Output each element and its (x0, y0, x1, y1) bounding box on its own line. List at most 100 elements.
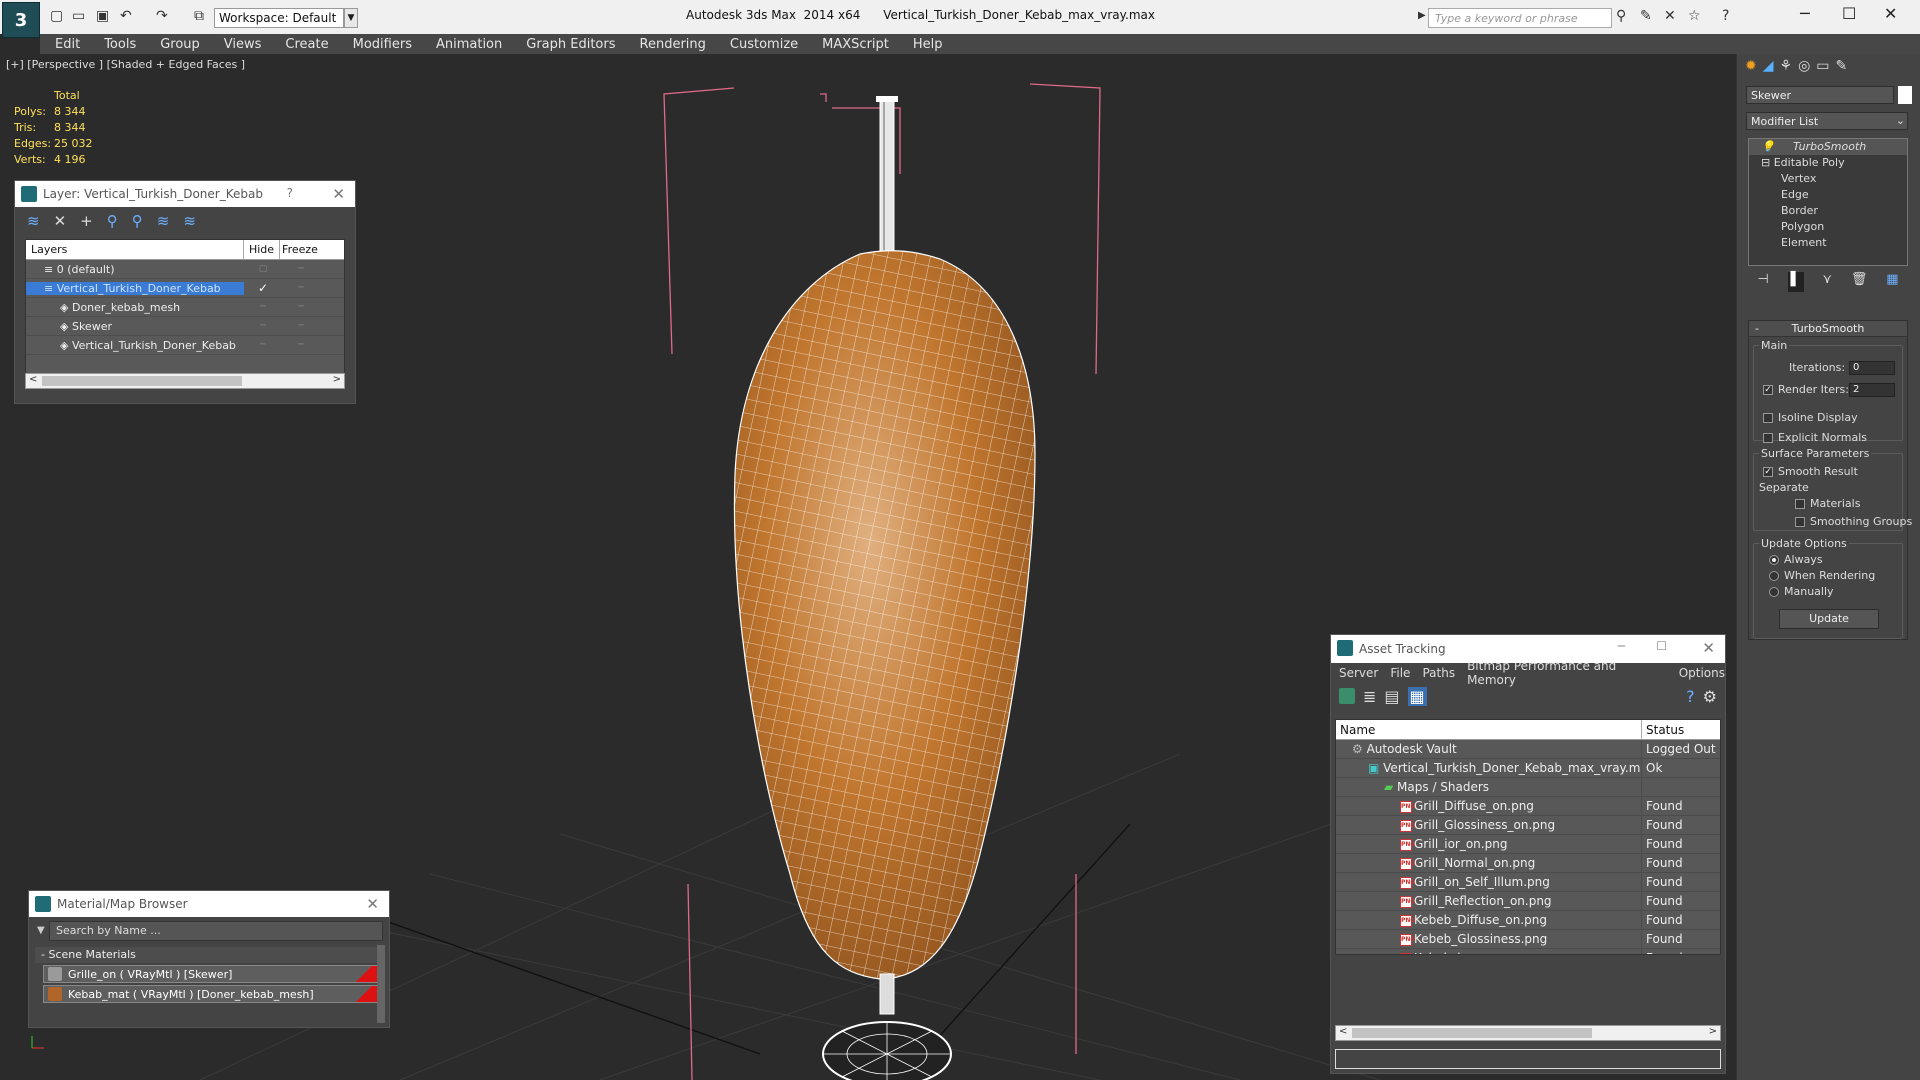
menu-tools[interactable]: Tools (104, 37, 136, 52)
material-item[interactable]: Grille_on ( VRayMtl ) [Skewer] (43, 965, 383, 983)
close-icon[interactable]: ✕ (1702, 639, 1715, 657)
object-color-swatch[interactable] (1898, 86, 1912, 104)
new-file-icon[interactable]: ▢ (50, 8, 63, 24)
open-file-icon[interactable]: ▭ (72, 8, 85, 24)
help-icon[interactable]: ? (1686, 687, 1695, 706)
asset-menu-bitmap[interactable]: Bitmap Performance and Memory (1467, 659, 1667, 687)
menu-maxscript[interactable]: MAXScript (822, 37, 889, 52)
layer-row[interactable]: ◈ Skewer ─ ─ (26, 317, 344, 336)
smoothing-groups-checkbox[interactable] (1795, 517, 1805, 527)
undo-icon[interactable]: ↶ (120, 8, 132, 24)
hide-all-icon[interactable]: ≋ (157, 212, 170, 230)
smooth-result-checkbox[interactable]: ✓ (1763, 467, 1773, 477)
asset-menu-options[interactable]: Options (1679, 666, 1725, 680)
scroll-right-icon[interactable]: > (1709, 1026, 1717, 1037)
rollout-header[interactable]: - TurboSmooth (1749, 321, 1907, 337)
menu-group[interactable]: Group (160, 37, 200, 52)
stack-item-turbosmooth[interactable]: 💡 TurboSmooth (1749, 139, 1907, 155)
stack-subitem-edge[interactable]: Edge (1749, 187, 1907, 203)
workspace-dropdown[interactable]: Workspace: Default (214, 8, 344, 28)
rollout-collapse-icon[interactable]: - (1755, 321, 1759, 337)
active-layer-check-icon[interactable]: ✓ (244, 281, 282, 295)
menu-views[interactable]: Views (224, 37, 262, 52)
manually-radio[interactable] (1769, 587, 1779, 597)
layer-row[interactable]: ◈ Vertical_Turkish_Doner_Kebab ─ ─ (26, 336, 344, 355)
new-layer-icon[interactable]: ≋ (27, 212, 40, 230)
material-browser-titlebar[interactable]: Material/Map Browser ✕ (29, 891, 389, 917)
scroll-left-icon[interactable]: < (1339, 1026, 1347, 1037)
light-bulb-icon[interactable]: 💡 (1761, 139, 1775, 155)
asset-menu-file[interactable]: File (1390, 666, 1410, 680)
stack-subitem-border[interactable]: Border (1749, 203, 1907, 219)
stack-subitem-vertex[interactable]: Vertex (1749, 171, 1907, 187)
col-hide[interactable]: Hide (244, 240, 280, 259)
hide-toggle[interactable]: ─ (244, 321, 282, 331)
menu-graph-editors[interactable]: Graph Editors (526, 37, 615, 52)
communication-icon[interactable]: ✕ (1664, 8, 1676, 24)
col-name[interactable]: Name (1336, 720, 1642, 739)
freeze-all-icon[interactable]: ≋ (183, 212, 196, 230)
col-status[interactable]: Status (1642, 720, 1720, 739)
menu-animation[interactable]: Animation (436, 37, 502, 52)
asset-row[interactable]: PNGKebeb_Glossiness.png Found (1336, 930, 1720, 949)
table-view-icon[interactable]: ▦ (1407, 686, 1427, 706)
layer-panel-titlebar[interactable]: Layer: Vertical_Turkish_Doner_Kebab ? ✕ (15, 181, 355, 207)
scroll-left-icon[interactable]: < (29, 374, 37, 385)
delete-layer-icon[interactable]: ✕ (54, 212, 67, 230)
help-icon[interactable]: ? (1722, 8, 1729, 24)
col-freeze[interactable]: Freeze (280, 240, 320, 259)
binoculars-icon[interactable]: ⚲ (1616, 8, 1626, 24)
search-input[interactable]: Type a keyword or phrase (1428, 8, 1612, 28)
asset-row[interactable]: PNGKebeb_Diffuse_on.png Found (1336, 911, 1720, 930)
render-iters-checkbox[interactable]: ✓ (1763, 385, 1773, 395)
menu-create[interactable]: Create (285, 37, 328, 52)
select-objects-icon[interactable]: ⚲ (107, 212, 118, 230)
stack-item-editable-poly[interactable]: ⊟ Editable Poly (1749, 155, 1907, 171)
material-search-input[interactable]: Search by Name ... (49, 921, 383, 941)
hierarchy-tab-icon[interactable]: ⚘ (1780, 58, 1793, 76)
menu-modifiers[interactable]: Modifiers (353, 37, 412, 52)
asset-row[interactable]: PNGKebeb_ior.pngFound (1336, 949, 1720, 954)
close-icon[interactable]: ✕ (1884, 4, 1897, 23)
show-end-result-icon[interactable]: ▌ (1787, 272, 1804, 292)
make-unique-icon[interactable]: ⋎ (1822, 272, 1832, 292)
utilities-tab-icon[interactable]: ✎ (1836, 58, 1848, 76)
object-name-field[interactable]: Skewer (1746, 86, 1894, 104)
asset-horizontal-scrollbar[interactable]: < > (1335, 1025, 1721, 1041)
scrollbar-thumb[interactable] (1352, 1028, 1592, 1038)
layer-row[interactable]: ≡ 0 (default) ▢ ─ (26, 260, 344, 279)
menu-edit[interactable]: Edit (55, 37, 80, 52)
maximize-icon[interactable]: ☐ (1842, 4, 1856, 23)
layer-horizontal-scrollbar[interactable]: < > (25, 373, 345, 389)
asset-menu-paths[interactable]: Paths (1422, 666, 1455, 680)
scroll-right-icon[interactable]: > (333, 374, 341, 385)
project-folder-icon[interactable]: ⧉ (194, 8, 204, 24)
always-radio[interactable] (1769, 555, 1779, 565)
render-iters-spinner[interactable]: 2 (1849, 383, 1895, 397)
favorites-star-icon[interactable]: ☆ (1688, 8, 1701, 24)
add-to-layer-icon[interactable]: + (80, 212, 93, 230)
chevron-down-icon[interactable]: ▼ (344, 8, 358, 28)
search-expand-icon[interactable]: ▶ (1418, 10, 1426, 21)
isoline-checkbox[interactable] (1763, 413, 1773, 423)
create-tab-icon[interactable]: ✹ (1745, 58, 1757, 76)
viewport-label[interactable]: [+] [Perspective ] [Shaded + Edged Faces… (6, 58, 245, 71)
asset-row[interactable]: ▰ Maps / Shaders (1336, 778, 1720, 797)
materials-checkbox[interactable] (1795, 499, 1805, 509)
filter-dropdown-icon[interactable]: ▼ (37, 925, 45, 936)
freeze-toggle[interactable]: ─ (282, 264, 320, 274)
help-icon[interactable]: ? (287, 186, 293, 200)
scrollbar-thumb[interactable] (42, 376, 242, 386)
close-icon[interactable]: ✕ (366, 895, 379, 913)
asset-row[interactable]: PNGGrill_on_Self_Illum.png Found (1336, 873, 1720, 892)
subscription-icon[interactable]: ✎ (1640, 8, 1652, 24)
maximize-icon[interactable]: ☐ (1656, 639, 1667, 653)
highlight-layer-icon[interactable]: ⚲ (132, 212, 143, 230)
scene-materials-group[interactable]: - Scene Materials (35, 947, 383, 963)
freeze-toggle[interactable]: ─ (282, 321, 320, 331)
material-vertical-scrollbar[interactable] (377, 945, 385, 1023)
menu-rendering[interactable]: Rendering (640, 37, 706, 52)
explicit-normals-checkbox[interactable] (1763, 433, 1773, 443)
app-logo-icon[interactable]: 3 (2, 2, 40, 38)
thumbnail-view-icon[interactable]: ▤ (1384, 687, 1399, 706)
